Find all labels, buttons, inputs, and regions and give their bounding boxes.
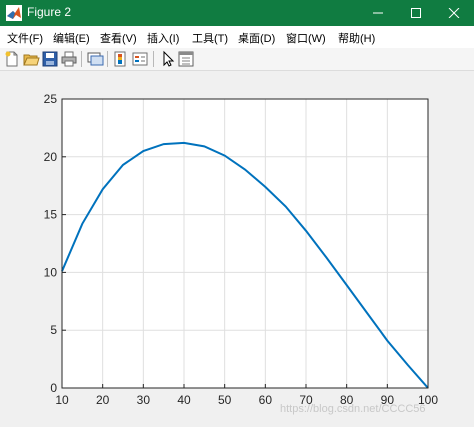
link-plot-button[interactable]	[86, 50, 104, 68]
open-file-icon	[23, 54, 40, 66]
property-editor-icon	[178, 51, 194, 67]
new-figure-icon	[5, 51, 18, 67]
save-icon	[42, 51, 58, 67]
maximize-icon	[411, 8, 421, 18]
menu-desktop[interactable]: 桌面(D)	[238, 30, 275, 45]
x-tick-label: 60	[259, 393, 273, 407]
title-bar: Figure 2	[0, 0, 474, 26]
matlab-icon	[6, 5, 22, 21]
watermark-text: https://blog.csdn.net/CCCC56	[280, 403, 426, 415]
print-button[interactable]	[60, 50, 78, 68]
menu-window[interactable]: 窗口(W)	[286, 30, 326, 45]
link-plot-icon	[87, 52, 104, 66]
toolbar-separator	[107, 51, 108, 67]
minimize-button[interactable]	[358, 0, 398, 26]
x-tick-label: 50	[218, 393, 232, 407]
close-button[interactable]	[434, 0, 474, 26]
y-tick-label: 25	[44, 92, 58, 106]
x-tick-label: 20	[96, 393, 110, 407]
insert-legend-button[interactable]	[131, 50, 149, 68]
y-tick-label: 10	[44, 265, 58, 279]
menu-help[interactable]: 帮助(H)	[338, 30, 375, 45]
insert-colorbar-icon	[114, 51, 126, 67]
plot-axes[interactable]: 10 20 30 40 50 60 70 80 90 1000510152025	[0, 71, 474, 427]
insert-legend-icon	[132, 52, 148, 66]
minimize-icon	[373, 12, 383, 14]
open-file-button[interactable]	[22, 50, 40, 68]
y-tick-label: 0	[50, 381, 57, 395]
property-editor-button[interactable]	[177, 50, 195, 68]
maximize-button[interactable]	[396, 0, 436, 26]
menu-bar: 文件(F) 编辑(E) 查看(V) 插入(I) 工具(T) 桌面(D) 窗口(W…	[0, 26, 474, 48]
save-button[interactable]	[41, 50, 59, 68]
menu-tools[interactable]: 工具(T)	[192, 30, 228, 45]
y-tick-label: 20	[44, 150, 58, 164]
new-figure-button[interactable]	[3, 50, 21, 68]
pointer-button[interactable]	[158, 50, 176, 68]
y-tick-label: 15	[44, 208, 58, 222]
menu-file[interactable]: 文件(F)	[7, 30, 43, 45]
x-tick-label: 10	[55, 393, 69, 407]
toolbar-separator	[81, 51, 82, 67]
menu-view[interactable]: 查看(V)	[100, 30, 137, 45]
pointer-icon	[163, 50, 175, 67]
menu-insert[interactable]: 插入(I)	[147, 30, 179, 45]
menu-edit[interactable]: 编辑(E)	[53, 30, 90, 45]
toolbar-separator	[153, 51, 154, 67]
x-tick-label: 40	[177, 393, 191, 407]
insert-colorbar-button[interactable]	[112, 50, 130, 68]
x-tick-label: 30	[137, 393, 151, 407]
axes-background	[62, 99, 428, 388]
y-tick-label: 5	[50, 323, 57, 337]
toolbar	[0, 48, 474, 71]
print-icon	[61, 51, 77, 67]
close-icon	[448, 8, 460, 18]
window-title: Figure 2	[27, 5, 72, 19]
